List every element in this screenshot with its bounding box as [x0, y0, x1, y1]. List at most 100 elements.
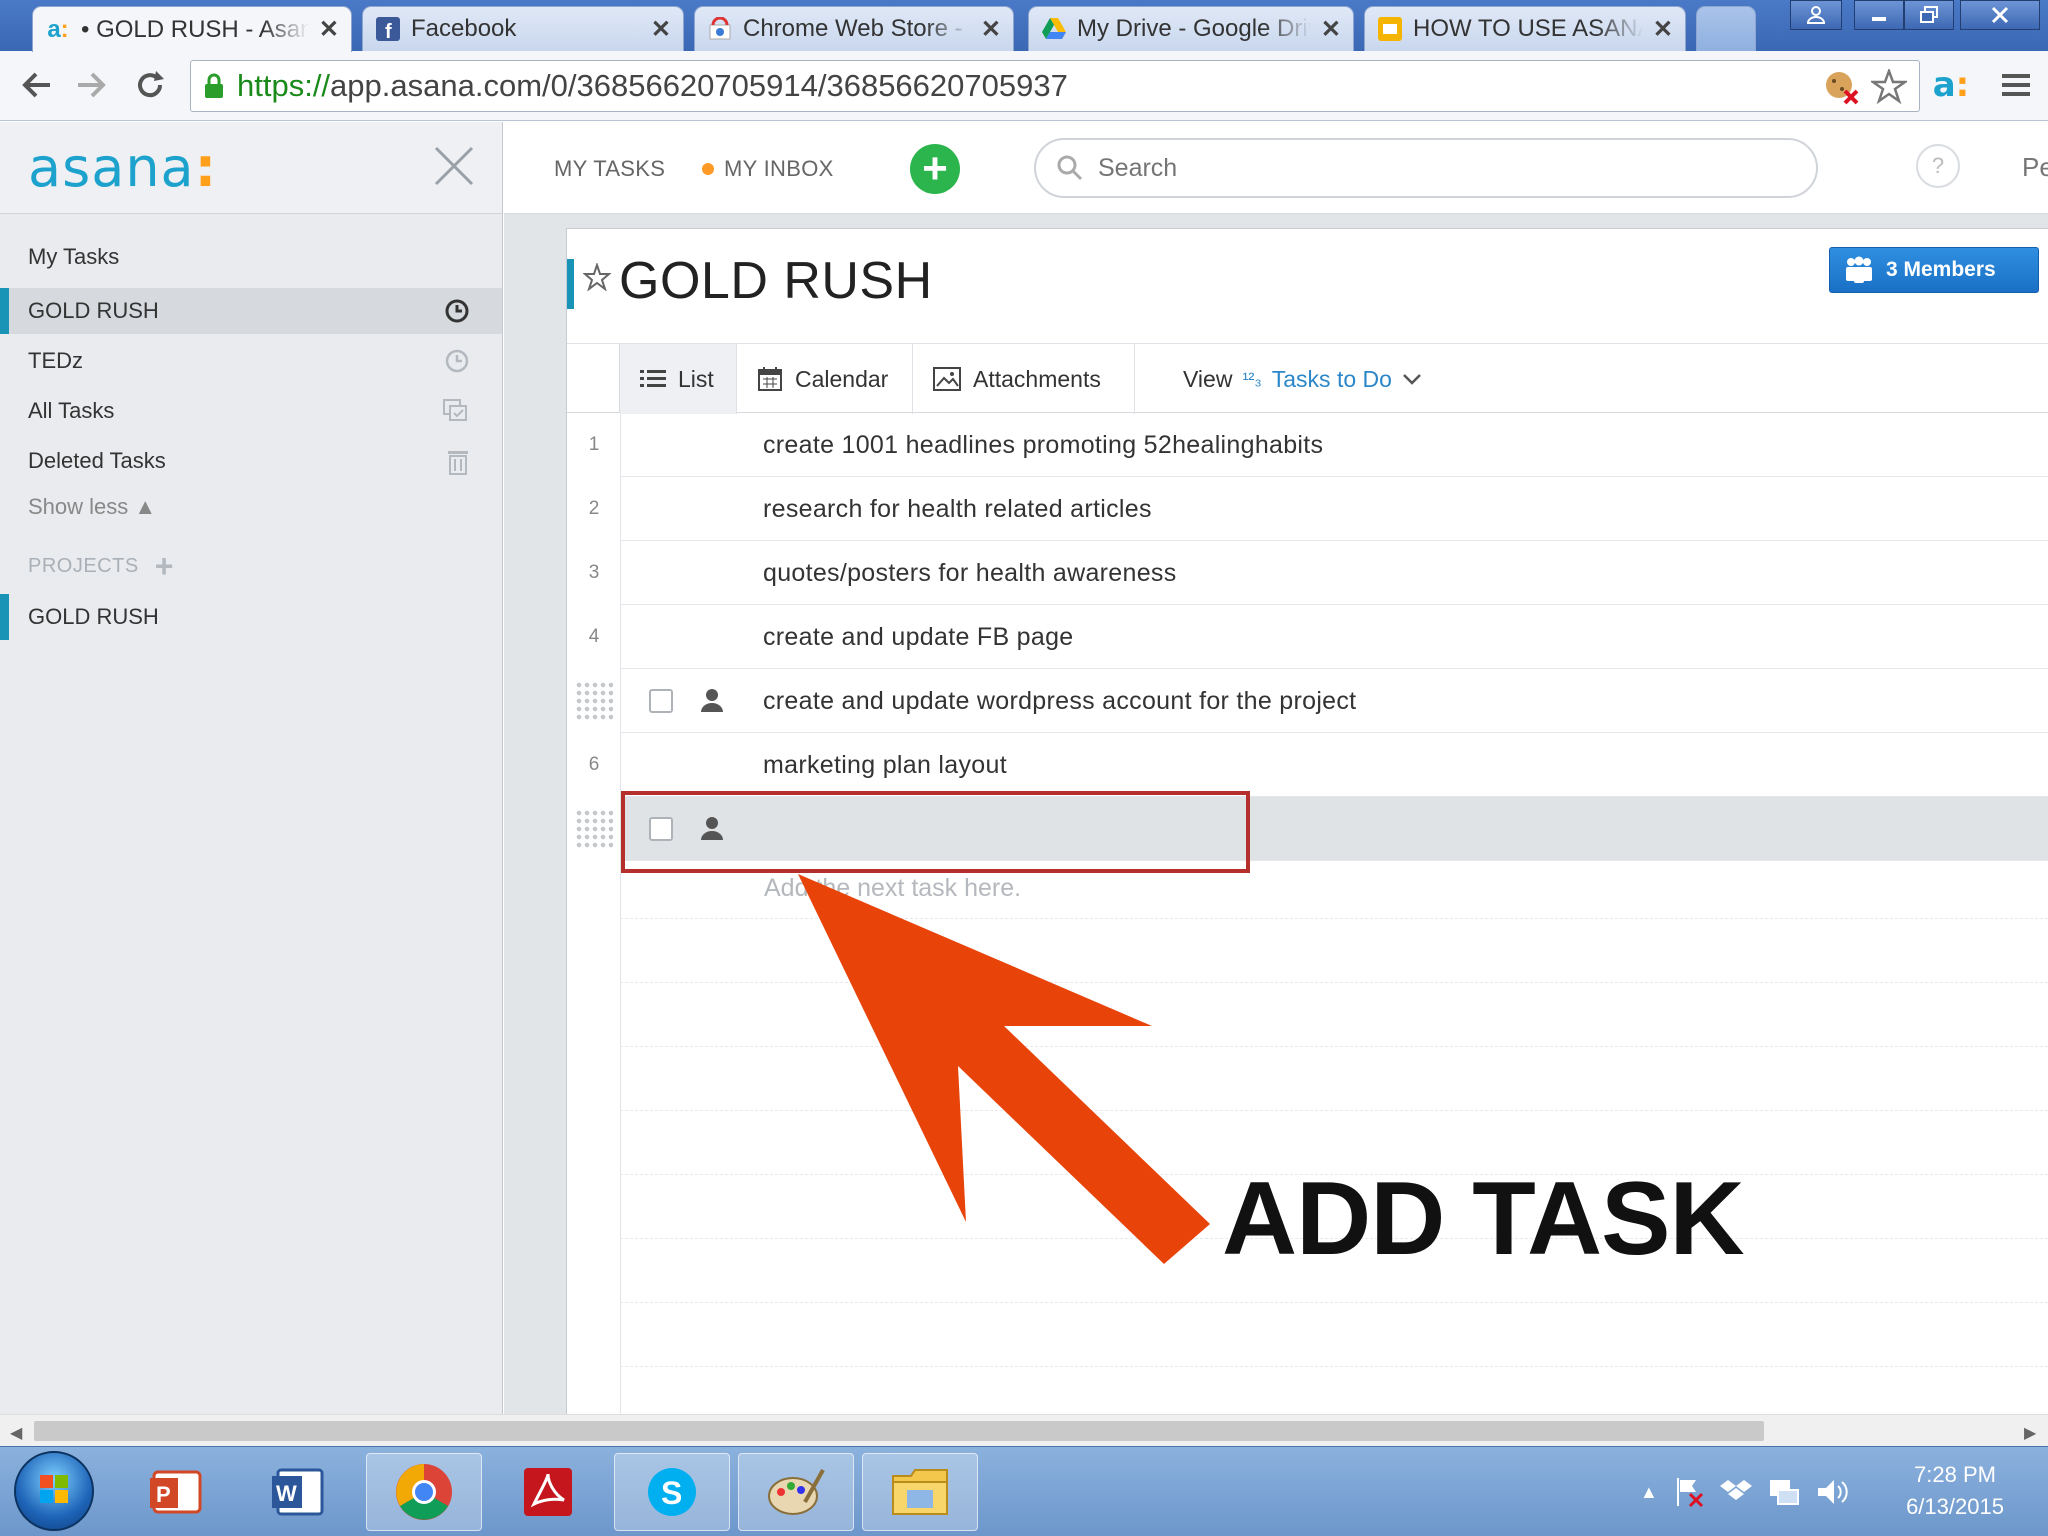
tab-title: HOW TO USE ASANA	[1413, 15, 1643, 42]
sidebar-item-tedz[interactable]: TEDz	[0, 338, 502, 384]
start-button[interactable]	[14, 1451, 94, 1531]
close-icon[interactable]: ✕	[981, 15, 1001, 44]
drag-handle[interactable]	[575, 681, 613, 721]
sidebar-item-label: GOLD RUSH	[28, 298, 159, 323]
scroll-right-arrow-icon[interactable]: ▶	[2024, 1423, 2036, 1443]
task-name[interactable]: quotes/posters for health awareness	[763, 541, 1177, 605]
facebook-icon: f	[375, 16, 401, 42]
clock-icon[interactable]	[444, 348, 470, 374]
task-name[interactable]: marketing plan layout	[763, 733, 1007, 797]
show-less-toggle[interactable]: Show less ▲	[28, 494, 156, 520]
taskbar-powerpoint[interactable]: P	[118, 1453, 234, 1531]
restore-button[interactable]	[1904, 0, 1954, 30]
clock-icon[interactable]	[444, 298, 470, 324]
quick-add-button[interactable]: +	[910, 144, 960, 194]
bookmark-star-button[interactable]	[1871, 61, 1907, 113]
task-row[interactable]: 2 research for health related articles	[589, 477, 2048, 541]
taskbar-paint[interactable]	[738, 1453, 854, 1531]
clock-date: 6/13/2015	[1906, 1494, 2004, 1519]
tab-label: Calendar	[795, 365, 889, 392]
taskbar-word[interactable]: W	[240, 1453, 356, 1531]
chrome-menu-button[interactable]	[1996, 65, 2036, 105]
task-name[interactable]: create and update wordpress account for …	[763, 669, 1356, 733]
address-bar[interactable]: https://app.asana.com/0/36856620705914/3…	[190, 60, 1920, 112]
close-icon[interactable]: ✕	[651, 15, 671, 44]
project-title[interactable]: GOLD RUSH	[619, 251, 933, 311]
tab-gold-rush-asana[interactable]: a: • GOLD RUSH - Asana ✕	[32, 6, 352, 52]
show-hidden-icons-icon[interactable]: ▲	[1640, 1482, 1658, 1503]
new-tab-button[interactable]	[1696, 6, 1756, 51]
close-icon[interactable]: ✕	[319, 15, 339, 44]
tab-title: Chrome Web Store -	[743, 15, 963, 42]
reload-button[interactable]	[130, 65, 170, 105]
asana-extension-button[interactable]: a:	[1928, 65, 1974, 105]
tab-calendar[interactable]: Calendar	[737, 344, 913, 414]
trash-icon	[446, 448, 470, 476]
taskbar-chrome[interactable]	[366, 1453, 482, 1531]
user-menu-truncated[interactable]: Pe	[2022, 152, 2048, 183]
close-icon[interactable]: ✕	[1653, 15, 1673, 44]
taskbar-acrobat[interactable]	[490, 1453, 606, 1531]
sort-numeric-icon: ¹²₃	[1242, 368, 1262, 389]
search-field[interactable]	[1034, 138, 1818, 198]
taskbar-skype[interactable]: S	[614, 1453, 730, 1531]
task-name[interactable]: create and update FB page	[763, 605, 1074, 669]
taskbar-file-explorer[interactable]	[862, 1453, 978, 1531]
my-tasks-link[interactable]: MY TASKS	[554, 156, 665, 182]
help-icon: ?	[1931, 153, 1945, 178]
sidebar-item-label: My Tasks	[28, 244, 120, 269]
sidebar-item-gold-rush[interactable]: GOLD RUSH	[0, 288, 502, 334]
back-button[interactable]	[16, 65, 56, 105]
action-center-flag-icon[interactable]	[1672, 1476, 1706, 1508]
word-icon: W	[272, 1468, 324, 1516]
tab-how-to-use-asana[interactable]: HOW TO USE ASANA ✕	[1364, 6, 1686, 51]
members-button[interactable]: 3 Members	[1829, 247, 2039, 293]
task-row[interactable]: create and update wordpress account for …	[575, 669, 2048, 733]
sidebar-header: asana:	[0, 122, 502, 214]
drag-handle[interactable]	[575, 809, 613, 849]
row-number: 2	[588, 498, 600, 519]
window-close-button[interactable]	[1960, 0, 2040, 30]
add-project-icon[interactable]: +	[155, 550, 174, 582]
user-profile-button[interactable]	[1790, 0, 1842, 30]
tab-chrome-web-store[interactable]: Chrome Web Store - ✕	[694, 6, 1014, 51]
scroll-left-arrow-icon[interactable]: ◀	[10, 1423, 22, 1443]
favorite-star-icon[interactable]	[583, 263, 611, 291]
task-complete-checkbox[interactable]	[649, 689, 673, 713]
tab-google-drive[interactable]: My Drive - Google Drive ✕	[1028, 6, 1354, 51]
search-input[interactable]	[1098, 153, 1798, 183]
assignee-icon[interactable]	[699, 687, 725, 713]
sidebar-item-all-tasks[interactable]: All Tasks	[0, 388, 502, 434]
back-arrow-icon	[22, 72, 50, 98]
volume-icon[interactable]	[1816, 1476, 1850, 1508]
chrome-icon	[396, 1464, 452, 1520]
tab-attachments[interactable]: Attachments	[913, 344, 1135, 414]
sidebar-project-gold-rush[interactable]: GOLD RUSH	[0, 594, 502, 640]
dropbox-icon[interactable]	[1719, 1476, 1754, 1508]
tab-list[interactable]: List	[619, 344, 737, 414]
minimize-button[interactable]	[1854, 0, 1904, 30]
minimize-icon	[1872, 17, 1886, 21]
network-icon[interactable]	[1768, 1476, 1802, 1508]
close-icon[interactable]: ✕	[1321, 15, 1341, 44]
view-tabs: List Calendar Attachments View ¹²₃ Tasks…	[567, 343, 2048, 414]
sidebar-item-deleted-tasks[interactable]: Deleted Tasks	[0, 438, 502, 484]
scrollbar-thumb[interactable]	[34, 1421, 1764, 1441]
my-inbox-link[interactable]: MY INBOX	[702, 156, 834, 182]
tab-facebook[interactable]: f Facebook ✕	[362, 6, 684, 51]
sidebar-item-my-tasks[interactable]: My Tasks	[0, 234, 502, 280]
asana-logo[interactable]: asana:	[28, 136, 217, 199]
task-row[interactable]: 1 create 1001 headlines promoting 52heal…	[589, 413, 2048, 477]
forward-button[interactable]	[72, 65, 112, 105]
task-row[interactable]: 4 create and update FB page	[589, 605, 2048, 669]
blocked-cookies-indicator[interactable]	[1823, 61, 1859, 113]
sidebar-close-button[interactable]	[432, 144, 476, 188]
help-button[interactable]: ?	[1916, 144, 1960, 188]
task-row[interactable]: 3 quotes/posters for health awareness	[589, 541, 2048, 605]
task-name[interactable]: create 1001 headlines promoting 52healin…	[763, 413, 1323, 477]
task-row[interactable]: 6 marketing plan layout	[589, 733, 2048, 797]
task-name[interactable]: research for health related articles	[763, 477, 1152, 541]
horizontal-scrollbar[interactable]: ◀ ▶	[0, 1414, 2048, 1446]
system-clock[interactable]: 7:28 PM 6/13/2015	[1880, 1459, 2030, 1523]
view-filter-dropdown[interactable]: View ¹²₃ Tasks to Do	[1183, 344, 1422, 414]
